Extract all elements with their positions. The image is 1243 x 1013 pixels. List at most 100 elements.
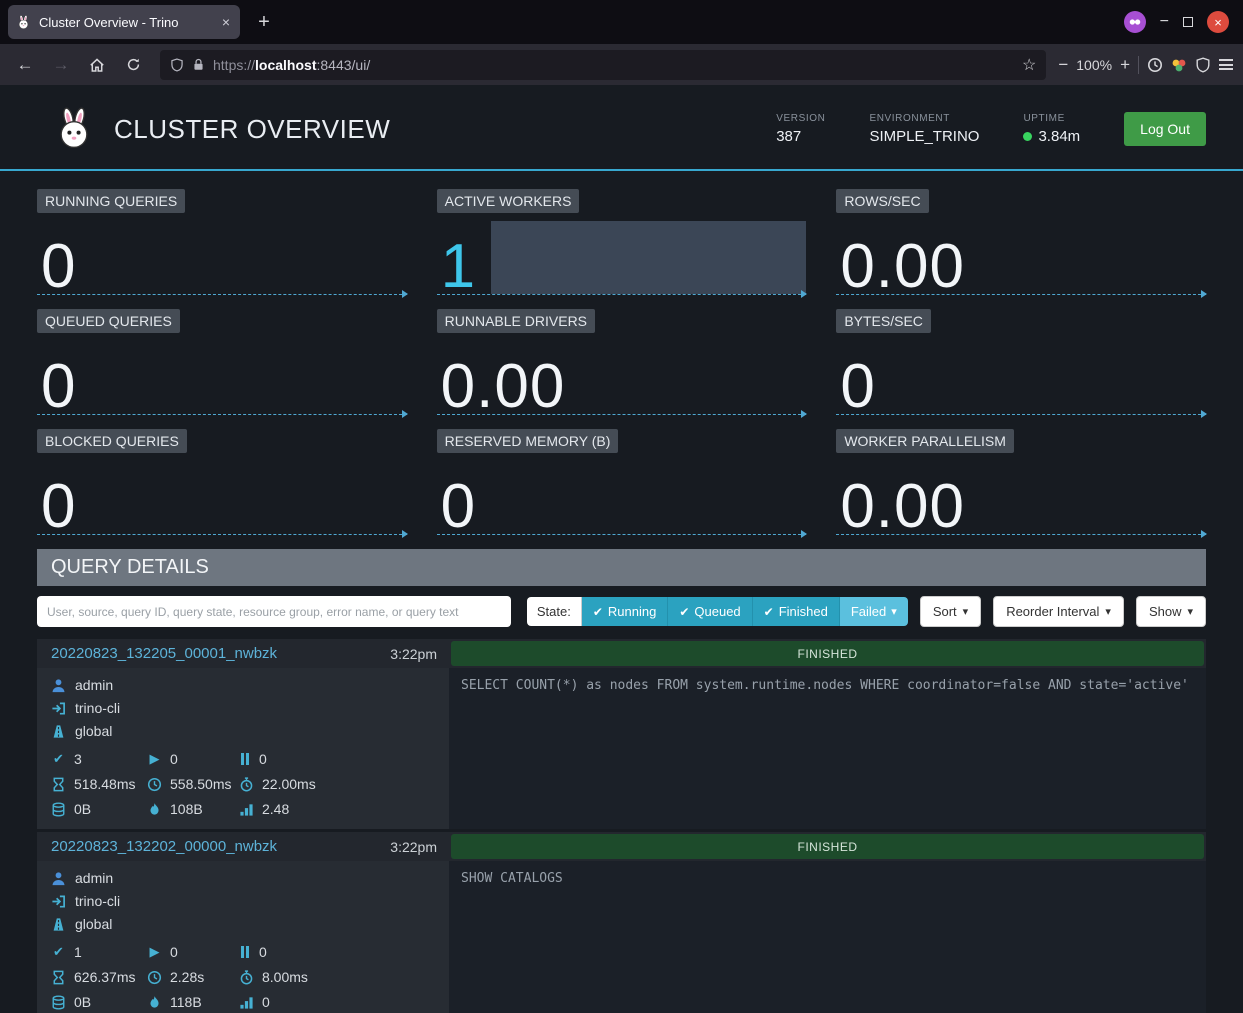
resource-group-icon (51, 917, 66, 932)
query-sql-text: SELECT COUNT(*) as nodes FROM system.run… (449, 668, 1206, 829)
environment-stat: ENVIRONMENT SIMPLE_TRINO (869, 113, 979, 145)
chevron-down-icon: ▾ (1105, 605, 1111, 618)
metric-value: 0.00 (840, 478, 965, 535)
metric-runnable-drivers: RUNNABLE DRIVERS 0.00 (437, 303, 807, 415)
metric-blocked-queries: BLOCKED QUERIES 0 (37, 423, 407, 535)
cumulative-memory: 118B (170, 994, 202, 1010)
metric-label: RESERVED MEMORY (B) (437, 429, 619, 453)
check-icon: ✔ (679, 605, 689, 619)
history-clock-icon[interactable] (1147, 57, 1163, 73)
window-minimize-icon[interactable]: − (1160, 13, 1169, 31)
window-restore-icon[interactable] (1183, 17, 1193, 27)
queued-splits-pause-icon (241, 946, 249, 958)
bookmark-star-icon[interactable]: ☆ (1022, 55, 1036, 75)
query-item: 20220823_132202_00000_nwbzk 3:22pm FINIS… (37, 832, 1206, 1013)
sparkline (37, 294, 407, 295)
parallelism: 0 (262, 994, 270, 1010)
environment-value: SIMPLE_TRINO (869, 128, 979, 145)
completed-splits: 3 (74, 751, 82, 767)
page-title: CLUSTER OVERVIEW (114, 114, 390, 145)
completed-splits-check-icon: ✔ (51, 751, 66, 767)
query-status-badge: FINISHED (451, 834, 1204, 859)
running-splits-play-icon: ▶ (147, 944, 162, 960)
metric-label: RUNNING QUERIES (37, 189, 185, 213)
queued-splits: 0 (259, 751, 267, 767)
cpu-time: 8.00ms (262, 969, 308, 985)
query-filter-toolbar: State: ✔Running ✔Queued ✔Finished Failed… (37, 596, 1206, 627)
current-memory: 0B (74, 994, 91, 1010)
tab-title: Cluster Overview - Trino (39, 15, 212, 30)
cumulative-memory-flame-icon (147, 995, 162, 1010)
elapsed-clock-icon (147, 970, 162, 985)
check-icon: ✔ (764, 605, 774, 619)
check-icon: ✔ (593, 605, 603, 619)
url-bar[interactable]: https://localhost:8443/ui/ ☆ (160, 50, 1046, 80)
container-account-icon[interactable] (1124, 11, 1146, 33)
state-filter-running-button[interactable]: ✔Running (582, 597, 669, 626)
metric-label: BYTES/SEC (836, 309, 931, 333)
current-memory: 0B (74, 801, 91, 817)
chevron-down-icon: ▾ (891, 605, 897, 618)
back-icon[interactable]: ← (10, 51, 40, 79)
metric-label: ACTIVE WORKERS (437, 189, 580, 213)
toolbar-separator (1138, 56, 1139, 74)
protection-shield-icon[interactable] (1195, 57, 1211, 73)
sort-dropdown[interactable]: Sort▾ (920, 596, 981, 627)
window-close-icon[interactable]: × (1207, 11, 1229, 33)
uptime-status-dot (1023, 132, 1032, 141)
elapsed-time: 558.50ms (170, 776, 231, 792)
lock-icon[interactable] (192, 58, 205, 71)
query-resource-group: global (75, 916, 112, 932)
tab-close-icon[interactable]: × (220, 14, 232, 30)
query-summary-panel: admin trino-cli global ✔3 ▶0 0 518.48ms … (37, 668, 449, 829)
sparkline (836, 294, 1206, 295)
browser-tab-bar: Cluster Overview - Trino × + − × (0, 0, 1243, 44)
cpu-stopwatch-icon (239, 970, 254, 985)
wall-time-hourglass-icon (51, 777, 66, 792)
query-search-input[interactable] (37, 596, 511, 627)
new-tab-button[interactable]: + (250, 11, 278, 34)
metric-label: BLOCKED QUERIES (37, 429, 187, 453)
metric-worker-parallelism: WORKER PARALLELISM 0.00 (836, 423, 1206, 535)
url-text[interactable]: https://localhost:8443/ui/ (213, 57, 1014, 73)
user-icon (51, 871, 66, 886)
metric-label: QUEUED QUERIES (37, 309, 180, 333)
metric-bytes-sec: BYTES/SEC 0 (836, 303, 1206, 415)
zoom-in-icon[interactable]: + (1120, 55, 1130, 75)
reorder-interval-dropdown[interactable]: Reorder Interval▾ (993, 596, 1124, 627)
resource-group-icon (51, 724, 66, 739)
extension-icon[interactable] (1171, 57, 1187, 73)
metric-running-queries: RUNNING QUERIES 0 (37, 183, 407, 295)
query-user: admin (75, 677, 113, 693)
zoom-level[interactable]: 100% (1076, 57, 1112, 73)
menu-hamburger-icon[interactable] (1219, 59, 1233, 70)
cluster-header: CLUSTER OVERVIEW VERSION 387 ENVIRONMENT… (0, 85, 1243, 171)
reload-icon[interactable] (118, 51, 148, 79)
zoom-out-icon[interactable]: − (1058, 55, 1068, 75)
uptime-value: 3.84m (1038, 128, 1080, 145)
metric-value: 0 (840, 358, 875, 415)
home-icon[interactable] (82, 51, 112, 79)
sparkline (437, 534, 807, 535)
metric-value: 0 (41, 358, 76, 415)
environment-label: ENVIRONMENT (869, 113, 979, 124)
metric-value: 0 (441, 478, 476, 535)
query-id-link[interactable]: 20220823_132205_00001_nwbzk (51, 645, 277, 662)
sparkline (37, 534, 407, 535)
tracking-shield-icon[interactable] (170, 58, 184, 72)
parallelism-grid-icon (239, 995, 254, 1010)
state-filter-failed-dropdown[interactable]: Failed▾ (840, 597, 908, 626)
show-dropdown[interactable]: Show▾ (1136, 596, 1206, 627)
query-id-link[interactable]: 20220823_132202_00000_nwbzk (51, 838, 277, 855)
wall-time-hourglass-icon (51, 970, 66, 985)
elapsed-time: 2.28s (170, 969, 204, 985)
trino-bunny-logo-icon (52, 107, 96, 151)
query-header-row: 20220823_132202_00000_nwbzk 3:22pm FINIS… (37, 832, 1206, 861)
metric-label: ROWS/SEC (836, 189, 928, 213)
browser-tab[interactable]: Cluster Overview - Trino × (8, 5, 240, 39)
url-scheme: https:// (213, 57, 255, 73)
logout-button[interactable]: Log Out (1124, 112, 1206, 146)
query-resource-group: global (75, 723, 112, 739)
state-filter-finished-button[interactable]: ✔Finished (753, 597, 840, 626)
state-filter-queued-button[interactable]: ✔Queued (668, 597, 752, 626)
